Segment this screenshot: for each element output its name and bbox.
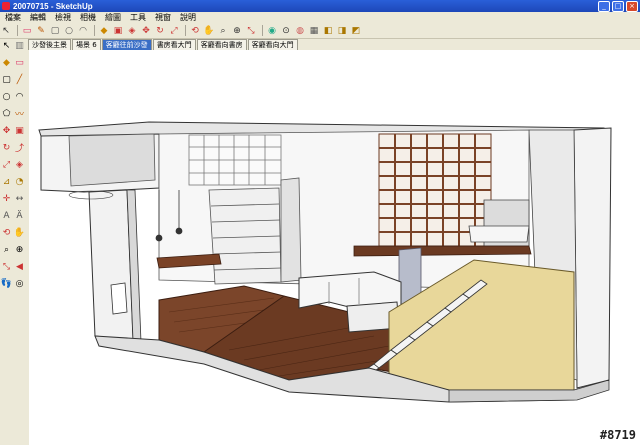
- main-toolbar: ↖ ▭ ✎ ▢ ○ ◠ ◆ ▣ ◈ ✥ ↻ ⤢ ⟲ ✋ ⌕ ⊕ ⤡ ◉ ⊙ ◍ …: [0, 23, 640, 39]
- house-section-model: [38, 121, 612, 403]
- tab-scene-3[interactable]: 客廳往前沙發: [101, 39, 152, 50]
- menu-file[interactable]: 檔案: [5, 12, 21, 23]
- offset-icon[interactable]: ◈: [13, 158, 26, 171]
- move-icon[interactable]: ✥: [0, 124, 13, 137]
- top-view-icon[interactable]: ▦: [308, 25, 320, 37]
- line-icon[interactable]: ╱: [13, 73, 26, 86]
- tab-scene-5[interactable]: 客廳看向書房: [196, 39, 247, 50]
- window-titlebar: 20070715 - SketchUp _ □ ×: [0, 0, 640, 12]
- menu-view[interactable]: 檢視: [55, 12, 71, 23]
- tab-scene-2[interactable]: 場景 6: [72, 39, 101, 50]
- scale-icon[interactable]: ⤢: [168, 25, 180, 37]
- menu-tools[interactable]: 工具: [130, 12, 146, 23]
- paint-icon[interactable]: ◆: [0, 56, 13, 69]
- model-viewport[interactable]: #8719: [29, 50, 640, 445]
- close-icon[interactable]: ×: [626, 1, 638, 12]
- select-icon[interactable]: ↖: [0, 25, 12, 37]
- sketchup-app-icon: [2, 2, 10, 10]
- rotate-icon[interactable]: ↻: [0, 141, 13, 154]
- menu-window[interactable]: 視窗: [155, 12, 171, 23]
- orbit-icon[interactable]: ⟲: [189, 25, 201, 37]
- orbit-icon[interactable]: ⟲: [0, 226, 13, 239]
- prev-view-icon[interactable]: ◉: [266, 25, 278, 37]
- tape-measure-icon[interactable]: ⊿: [0, 175, 13, 188]
- eraser-icon[interactable]: ▭: [13, 56, 26, 69]
- look-around-icon[interactable]: ◎: [13, 277, 26, 290]
- iso-view-icon[interactable]: ◍: [294, 25, 306, 37]
- front-view-icon[interactable]: ◧: [322, 25, 334, 37]
- menu-edit[interactable]: 編輯: [30, 12, 46, 23]
- 3d-text-icon[interactable]: Ä: [13, 209, 26, 222]
- prev-view-icon[interactable]: ◀: [13, 260, 26, 273]
- right-view-icon[interactable]: ◨: [336, 25, 348, 37]
- follow-me-icon[interactable]: ⤴: [13, 141, 26, 154]
- component-icon[interactable]: ▥: [13, 39, 26, 52]
- circle-icon[interactable]: ○: [63, 25, 75, 37]
- tab-scene-6[interactable]: 客廳看向大門: [247, 39, 298, 50]
- rectangle-icon[interactable]: ▢: [49, 25, 61, 37]
- axes-icon[interactable]: ✛: [0, 192, 13, 205]
- arc-icon[interactable]: ◠: [13, 90, 26, 103]
- menu-draw[interactable]: 繪圖: [105, 12, 121, 23]
- freehand-icon[interactable]: 〰: [13, 107, 26, 120]
- window-title: 20070715 - SketchUp: [13, 1, 93, 11]
- select-icon[interactable]: ↖: [0, 39, 13, 52]
- push-pull-icon[interactable]: ▣: [112, 25, 124, 37]
- push-pull-icon[interactable]: ▣: [13, 124, 26, 137]
- zoom-window-icon[interactable]: ⊕: [231, 25, 243, 37]
- back-view-icon[interactable]: ◩: [350, 25, 362, 37]
- pan-icon[interactable]: ✋: [13, 226, 26, 239]
- polygon-icon[interactable]: ⬠: [0, 107, 13, 120]
- pencil-icon[interactable]: ✎: [35, 25, 47, 37]
- position-camera-icon[interactable]: 👣: [0, 277, 13, 290]
- zoom-extents-icon[interactable]: ⤡: [0, 260, 13, 273]
- zoom-icon[interactable]: ⌕: [217, 25, 229, 37]
- pan-icon[interactable]: ✋: [203, 25, 215, 37]
- rotate-icon[interactable]: ↻: [154, 25, 166, 37]
- menu-help[interactable]: 說明: [180, 12, 196, 23]
- move-icon[interactable]: ✥: [140, 25, 152, 37]
- minimize-icon[interactable]: _: [598, 1, 610, 12]
- eraser-icon[interactable]: ▭: [21, 25, 33, 37]
- menu-camera[interactable]: 相機: [80, 12, 96, 23]
- watermark: #8719: [599, 428, 636, 442]
- zoom-icon[interactable]: ⌕: [0, 243, 13, 256]
- dimension-icon[interactable]: ↔: [13, 192, 26, 205]
- left-toolbar: ↖ ▥ ◆ ▭ ▢ ╱ ○ ◠ ⬠ 〰 ✥ ▣ ↻ ⤴ ⤢ ◈ ⊿ ◔ ✛ ↔ …: [0, 38, 28, 445]
- offset-icon[interactable]: ◈: [126, 25, 138, 37]
- tab-scene-1[interactable]: 沙發後主景: [28, 39, 71, 50]
- arc-icon[interactable]: ◠: [77, 25, 89, 37]
- tab-scene-4[interactable]: 書房看大門: [152, 39, 196, 50]
- menu-bar: 檔案 編輯 檢視 相機 繪圖 工具 視窗 說明: [0, 12, 640, 23]
- text-icon[interactable]: A: [0, 209, 13, 222]
- next-view-icon[interactable]: ⊙: [280, 25, 292, 37]
- scale-icon[interactable]: ⤢: [0, 158, 13, 171]
- scene-tabs: 沙發後主景 場景 6 客廳往前沙發 書房看大門 客廳看向書房 客廳看向大門: [28, 38, 299, 50]
- protractor-icon[interactable]: ◔: [13, 175, 26, 188]
- circle-icon[interactable]: ○: [0, 90, 13, 103]
- paint-icon[interactable]: ◆: [98, 25, 110, 37]
- maximize-icon[interactable]: □: [612, 1, 624, 12]
- zoom-window-icon[interactable]: ⊕: [13, 243, 26, 256]
- rectangle-icon[interactable]: ▢: [0, 73, 13, 86]
- zoom-extents-icon[interactable]: ⤡: [245, 25, 257, 37]
